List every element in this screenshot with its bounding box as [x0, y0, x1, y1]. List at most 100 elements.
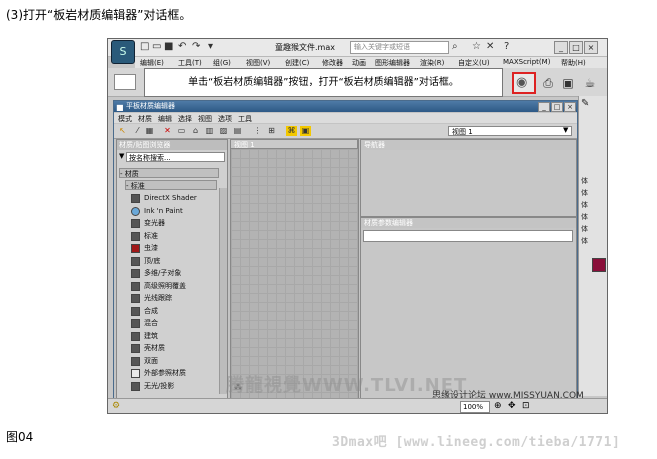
- zoom-level-field[interactable]: 100%: [460, 401, 490, 413]
- show-map-icon[interactable]: ▥: [204, 126, 215, 136]
- zoom-icon[interactable]: ⊕: [494, 399, 502, 413]
- slate-minimize-button[interactable]: _: [538, 102, 550, 112]
- parameter-editor-field[interactable]: [363, 230, 573, 242]
- menu-create[interactable]: 创建(C): [285, 58, 309, 68]
- material-list-item[interactable]: 建筑: [131, 331, 217, 342]
- material-swatch-icon: [131, 306, 140, 316]
- parameter-editor-title: 材质参数编辑器: [361, 218, 576, 228]
- material-list-item[interactable]: 虫漆: [131, 243, 217, 254]
- dropdown-icon[interactable]: ▾: [208, 41, 213, 52]
- wrench-icon[interactable]: ✎: [581, 98, 589, 109]
- help-icon[interactable]: ?: [504, 41, 509, 52]
- material-list-item[interactable]: 双面: [131, 356, 217, 367]
- material-list-item[interactable]: 标准: [131, 231, 217, 242]
- caption-top: (3)打开“板岩材质编辑器”对话框。: [6, 8, 192, 22]
- material-list-item[interactable]: 壳材质: [131, 343, 217, 354]
- slate-close-button[interactable]: ×: [564, 102, 576, 112]
- slate-menu-edit[interactable]: 编辑: [158, 114, 172, 124]
- pick-material-icon[interactable]: ⁄: [132, 126, 143, 136]
- material-list-item[interactable]: 无光/投影: [131, 381, 217, 392]
- material-name: 外部参照材质: [144, 369, 186, 377]
- menu-views[interactable]: 视图(V): [246, 58, 270, 68]
- app-logo-icon[interactable]: S: [111, 40, 135, 64]
- material-list-item[interactable]: 合成: [131, 306, 217, 317]
- menu-animation[interactable]: 动画: [352, 58, 366, 68]
- category-standard[interactable]: - 标准: [125, 180, 217, 190]
- material-list-item[interactable]: 高级照明覆盖: [131, 281, 217, 292]
- move-children-icon[interactable]: ▭: [176, 126, 187, 136]
- frame-all-icon[interactable]: ⊡: [522, 399, 530, 413]
- binoculars-icon[interactable]: ⌕: [452, 41, 458, 52]
- slate-maximize-button[interactable]: □: [551, 102, 563, 112]
- render-teapot-icon[interactable]: ☕: [582, 76, 598, 91]
- parameter-editor-icon[interactable]: ▣: [300, 126, 311, 136]
- menu-modifiers[interactable]: 修改器: [322, 58, 343, 68]
- select-arrow-icon[interactable]: ↖: [117, 126, 128, 136]
- material-list-item[interactable]: 光线跟踪: [131, 293, 217, 304]
- search-by-name-input[interactable]: 按名称搜索...: [126, 152, 225, 162]
- slate-menu-select[interactable]: 选择: [178, 114, 192, 124]
- material-list-item[interactable]: 多维/子对象: [131, 268, 217, 279]
- render-frame-icon[interactable]: ▣: [560, 76, 576, 91]
- material-list-item[interactable]: Ink 'n Paint: [131, 206, 217, 217]
- pan-icon[interactable]: ✥: [508, 399, 516, 413]
- material-name: DirectX Shader: [144, 194, 197, 202]
- command-panel: ✎ 体 体 体 体 体 体: [578, 96, 607, 396]
- minimize-button[interactable]: _: [554, 41, 568, 54]
- node-view[interactable]: [230, 139, 359, 399]
- menu-help[interactable]: 帮助(H): [561, 58, 586, 68]
- category-materials[interactable]: - 材质: [119, 168, 219, 178]
- material-name: 建筑: [144, 331, 158, 340]
- selection-filter-dropdown[interactable]: [114, 74, 136, 90]
- delete-icon[interactable]: ✕: [162, 126, 173, 136]
- open-folder-icon[interactable]: ▭: [152, 41, 161, 52]
- view-tab[interactable]: 视图 1: [230, 139, 358, 149]
- save-icon[interactable]: ■: [164, 41, 173, 52]
- put-to-library-icon[interactable]: ⌂: [190, 126, 201, 136]
- menu-customize[interactable]: 自定义(U): [458, 58, 490, 68]
- menu-graph-editors[interactable]: 图形编辑器: [375, 58, 410, 68]
- view-dropdown[interactable]: 视图 1: [448, 126, 572, 136]
- menu-rendering[interactable]: 渲染(R): [420, 58, 444, 68]
- status-key-icon[interactable]: ⚙: [112, 399, 120, 413]
- slate-menu-material[interactable]: 材质: [138, 114, 152, 124]
- keyword-search-input[interactable]: 输入关键字或短语: [350, 41, 449, 54]
- layout-children-icon[interactable]: ⊞: [266, 126, 277, 136]
- menu-group[interactable]: 组(G): [213, 58, 231, 68]
- star-icon[interactable]: ☆: [472, 41, 481, 52]
- maximize-button[interactable]: □: [569, 41, 583, 54]
- material-list-item[interactable]: 变光器: [131, 218, 217, 229]
- layout-icon[interactable]: ⋮: [252, 126, 263, 136]
- slate-menu-tools[interactable]: 工具: [238, 114, 252, 124]
- tools-icon[interactable]: ✕: [486, 41, 494, 52]
- slate-menu-mode[interactable]: 模式: [118, 114, 132, 124]
- menu-edit[interactable]: 编辑(E): [140, 58, 164, 68]
- slate-menu-view[interactable]: 视图: [198, 114, 212, 124]
- material-swatch-icon: [131, 244, 140, 253]
- material-list-item[interactable]: 混合: [131, 318, 217, 329]
- browser-options-icon[interactable]: ▼: [119, 152, 124, 160]
- show-navigator-icon[interactable]: ⌘: [286, 126, 297, 136]
- material-swatch-icon: [131, 369, 140, 378]
- panel-label: 体: [581, 213, 588, 221]
- slate-menu-options[interactable]: 选项: [218, 114, 232, 124]
- navigator-title: 导航器: [361, 140, 576, 150]
- browser-scrollbar[interactable]: [219, 188, 227, 394]
- close-button[interactable]: ×: [584, 41, 598, 54]
- assign-material-icon[interactable]: ▦: [144, 126, 155, 136]
- slate-material-editor-button[interactable]: ◉: [512, 72, 536, 94]
- menu-maxscript[interactable]: MAXScript(M): [503, 58, 550, 66]
- render-setup-icon[interactable]: ⎙: [540, 76, 556, 91]
- object-color-swatch[interactable]: [592, 258, 606, 272]
- material-list-item[interactable]: 顶/底: [131, 256, 217, 267]
- material-list-item[interactable]: DirectX Shader: [131, 193, 217, 204]
- material-id-icon[interactable]: ▤: [232, 126, 243, 136]
- undo-icon[interactable]: ↶: [178, 41, 186, 52]
- figure-label: 图04: [6, 430, 34, 444]
- new-file-icon[interactable]: □: [140, 41, 149, 52]
- redo-icon[interactable]: ↷: [192, 41, 200, 52]
- material-list-item[interactable]: 外部参照材质: [131, 368, 217, 379]
- show-background-icon[interactable]: ▨: [218, 126, 229, 136]
- chevron-down-icon[interactable]: ▼: [563, 126, 568, 134]
- menu-tools[interactable]: 工具(T): [178, 58, 202, 68]
